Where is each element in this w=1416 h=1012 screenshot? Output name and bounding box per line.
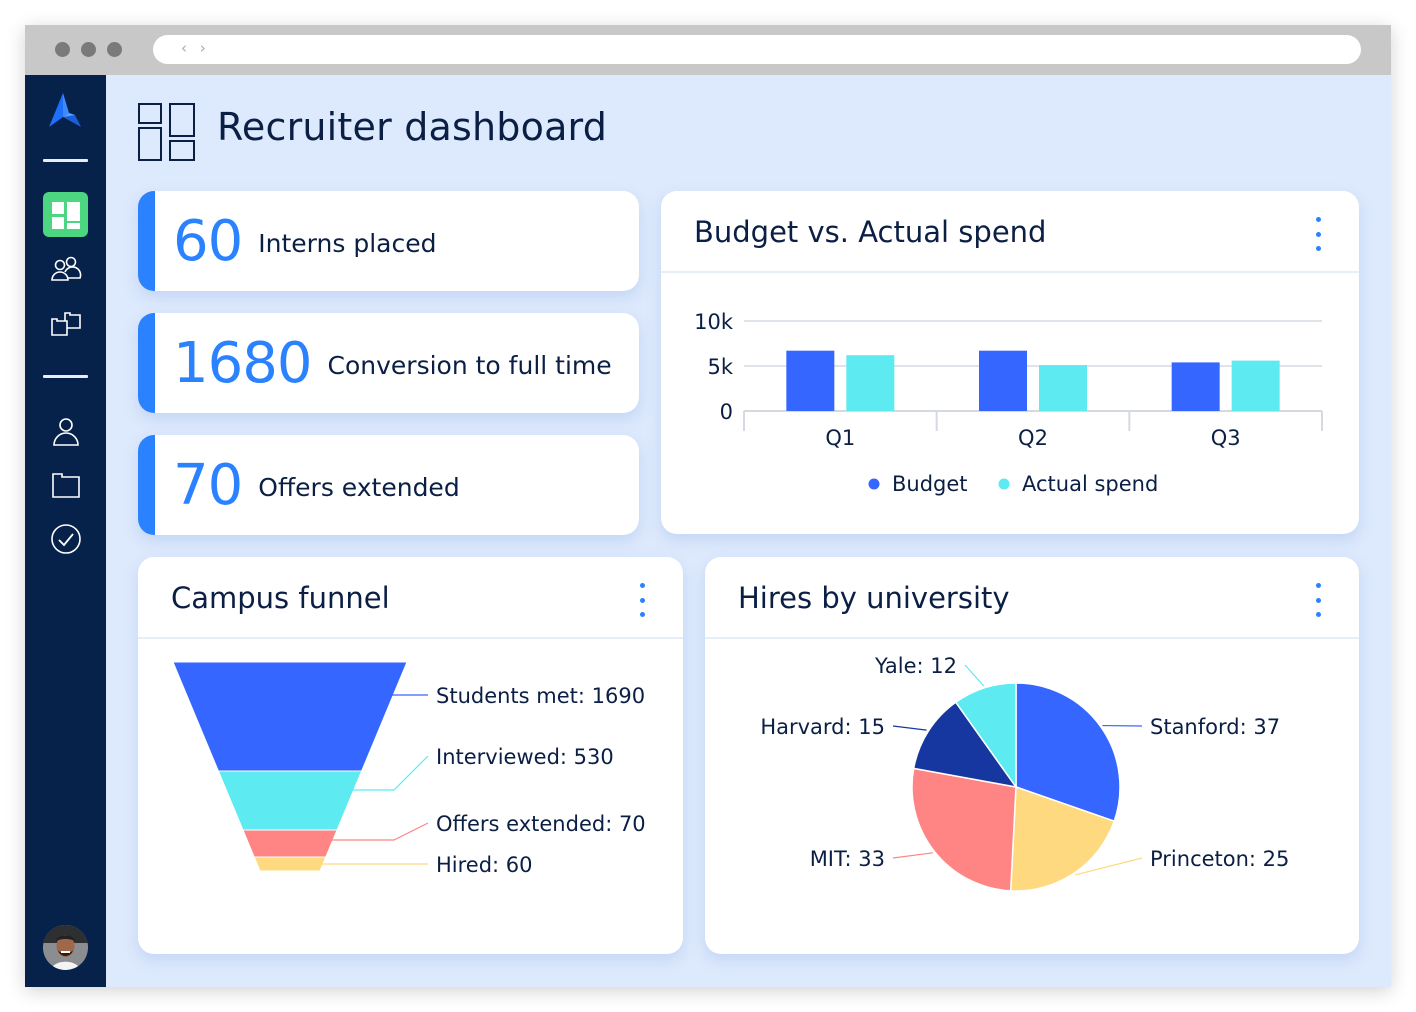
pie-leader-line bbox=[892, 852, 933, 859]
more-options-icon[interactable] bbox=[635, 583, 649, 617]
bar-budget bbox=[786, 350, 835, 411]
folder-icon bbox=[52, 473, 80, 498]
sidebar-divider bbox=[43, 375, 88, 378]
back-forward-icon[interactable]: ‹ › bbox=[181, 39, 210, 57]
funnel-label: Students met: 1690 bbox=[436, 684, 645, 708]
legend-label: Budget bbox=[892, 472, 968, 496]
kpi-card-interns-placed[interactable]: 60 Interns placed bbox=[138, 191, 639, 291]
x-tick-label: Q3 bbox=[1211, 426, 1241, 450]
kpi-value: 60 bbox=[173, 208, 243, 274]
window-minimize-dot[interactable] bbox=[81, 42, 96, 57]
university-card: Hires by university Stanford: 37 Princeto… bbox=[705, 557, 1359, 954]
kpi-card-offers-extended[interactable]: 70 Offers extended bbox=[138, 435, 639, 535]
kpi-value: 1680 bbox=[173, 330, 313, 396]
user-avatar[interactable] bbox=[43, 925, 88, 970]
pie-label: Harvard: 15 bbox=[760, 715, 885, 739]
pie-label: MIT: 33 bbox=[810, 847, 885, 871]
funnel-stage bbox=[217, 770, 363, 831]
pie-label: Yale: 12 bbox=[874, 654, 957, 678]
card-title: Budget vs. Actual spend bbox=[694, 215, 1047, 249]
kpi-card-conversion[interactable]: 1680 Conversion to full time bbox=[138, 313, 639, 413]
team-icon bbox=[51, 256, 82, 281]
more-options-icon[interactable] bbox=[1311, 583, 1325, 617]
legend-label: Actual spend bbox=[1022, 472, 1158, 496]
sidebar-item-files[interactable] bbox=[43, 462, 89, 508]
folders-icon bbox=[51, 312, 81, 336]
window-close-dot[interactable] bbox=[55, 42, 70, 57]
sidebar-divider bbox=[43, 159, 88, 162]
bar-budget bbox=[979, 350, 1027, 411]
legend-marker bbox=[868, 478, 880, 490]
address-bar[interactable]: ‹ › bbox=[153, 35, 1361, 64]
funnel-stage bbox=[242, 829, 338, 858]
budget-card: Budget vs. Actual spend 0 5k 10k Q1 Q2 Q3 Budg… bbox=[661, 191, 1359, 534]
sidebar-item-dashboard[interactable] bbox=[43, 192, 88, 237]
pie-leader-line bbox=[964, 664, 985, 687]
x-tick-label: Q1 bbox=[825, 426, 855, 450]
main-content: Recruiter dashboard 60 Interns placed 16… bbox=[106, 75, 1391, 987]
pie-leader-line bbox=[892, 725, 927, 731]
funnel-card: Campus funnel Students met: 1690 Intervie… bbox=[138, 557, 683, 954]
y-tick-label: 0 bbox=[720, 400, 733, 424]
y-tick-label: 10k bbox=[694, 310, 734, 334]
sidebar-item-tasks[interactable] bbox=[43, 516, 89, 562]
kpi-label: Conversion to full time bbox=[327, 350, 612, 380]
bar-budget bbox=[1171, 362, 1220, 411]
kpi-label: Interns placed bbox=[258, 228, 437, 258]
card-header: Hires by university bbox=[705, 557, 1359, 639]
pie-label: Stanford: 37 bbox=[1150, 715, 1280, 739]
app-logo[interactable] bbox=[45, 91, 85, 135]
browser-chrome: ‹ › bbox=[25, 25, 1391, 75]
funnel-stage bbox=[253, 856, 327, 872]
dashboard-layout-icon bbox=[138, 103, 195, 161]
card-header: Campus funnel bbox=[138, 557, 683, 639]
browser-window: ‹ › Recruiter dashboard 60 Interns place… bbox=[25, 25, 1391, 987]
budget-bar-chart: 0 5k 10k Q1 Q2 Q3 Budget Actual spend bbox=[694, 310, 1323, 496]
window-maximize-dot[interactable] bbox=[107, 42, 122, 57]
funnel-leader-line bbox=[328, 822, 429, 841]
card-title: Campus funnel bbox=[171, 581, 390, 615]
sidebar-item-team[interactable] bbox=[43, 247, 89, 293]
legend-marker bbox=[998, 478, 1010, 490]
check-circle-icon bbox=[51, 524, 81, 554]
funnel-label: Offers extended: 70 bbox=[436, 812, 646, 836]
x-tick-label: Q2 bbox=[1018, 426, 1048, 450]
bar-actual-spend bbox=[1231, 360, 1280, 411]
funnel-label: Interviewed: 530 bbox=[436, 745, 614, 769]
page-title: Recruiter dashboard bbox=[217, 105, 608, 149]
funnel-stage bbox=[172, 661, 408, 772]
sidebar-item-profile[interactable] bbox=[43, 409, 89, 455]
campus-funnel-chart: Students met: 1690 Interviewed: 530 Offers… bbox=[172, 661, 646, 877]
hires-pie-chart: Stanford: 37 Princeton: 25 MIT: 33 Harvard:… bbox=[760, 654, 1289, 892]
more-options-icon[interactable] bbox=[1311, 217, 1325, 251]
kpi-value: 70 bbox=[173, 452, 243, 518]
kpi-label: Offers extended bbox=[258, 472, 460, 502]
dashboard-icon bbox=[51, 201, 80, 229]
card-header: Budget vs. Actual spend bbox=[661, 191, 1359, 273]
card-title: Hires by university bbox=[738, 581, 1010, 615]
pie-label: Princeton: 25 bbox=[1150, 847, 1289, 871]
bar-actual-spend bbox=[1039, 365, 1087, 411]
y-tick-label: 5k bbox=[707, 355, 733, 379]
user-icon bbox=[53, 418, 79, 446]
sidebar bbox=[25, 75, 106, 987]
bar-actual-spend bbox=[846, 355, 895, 411]
sidebar-item-projects[interactable] bbox=[43, 301, 89, 347]
funnel-label: Hired: 60 bbox=[436, 853, 533, 877]
pie-slice bbox=[911, 767, 1017, 892]
